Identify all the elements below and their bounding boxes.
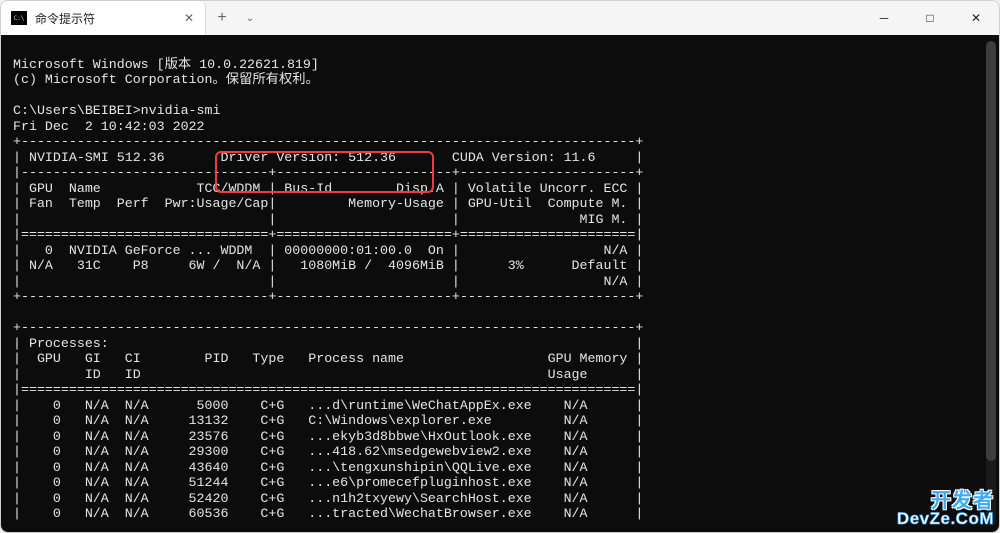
- app-window: 命令提示符 ✕ + ⌄ ─ □ ✕ Microsoft Windows [版本 …: [0, 0, 1000, 533]
- titlebar: 命令提示符 ✕ + ⌄ ─ □ ✕: [1, 1, 999, 35]
- tab-title: 命令提示符: [35, 10, 95, 27]
- tab-close-button[interactable]: ✕: [181, 10, 197, 26]
- tab-dropdown-button[interactable]: ⌄: [238, 1, 262, 35]
- tab-cmd[interactable]: 命令提示符 ✕: [1, 1, 206, 35]
- minimize-button[interactable]: ─: [861, 1, 907, 35]
- cmd-icon: [11, 11, 27, 25]
- scrollbar[interactable]: [986, 41, 996, 526]
- new-tab-button[interactable]: +: [206, 1, 238, 35]
- close-button[interactable]: ✕: [953, 1, 999, 35]
- scrollbar-thumb[interactable]: [986, 41, 996, 461]
- window-controls: ─ □ ✕: [861, 1, 999, 35]
- terminal-output: Microsoft Windows [版本 10.0.22621.819] (c…: [1, 35, 999, 528]
- terminal-area[interactable]: Microsoft Windows [版本 10.0.22621.819] (c…: [1, 35, 999, 532]
- maximize-button[interactable]: □: [907, 1, 953, 35]
